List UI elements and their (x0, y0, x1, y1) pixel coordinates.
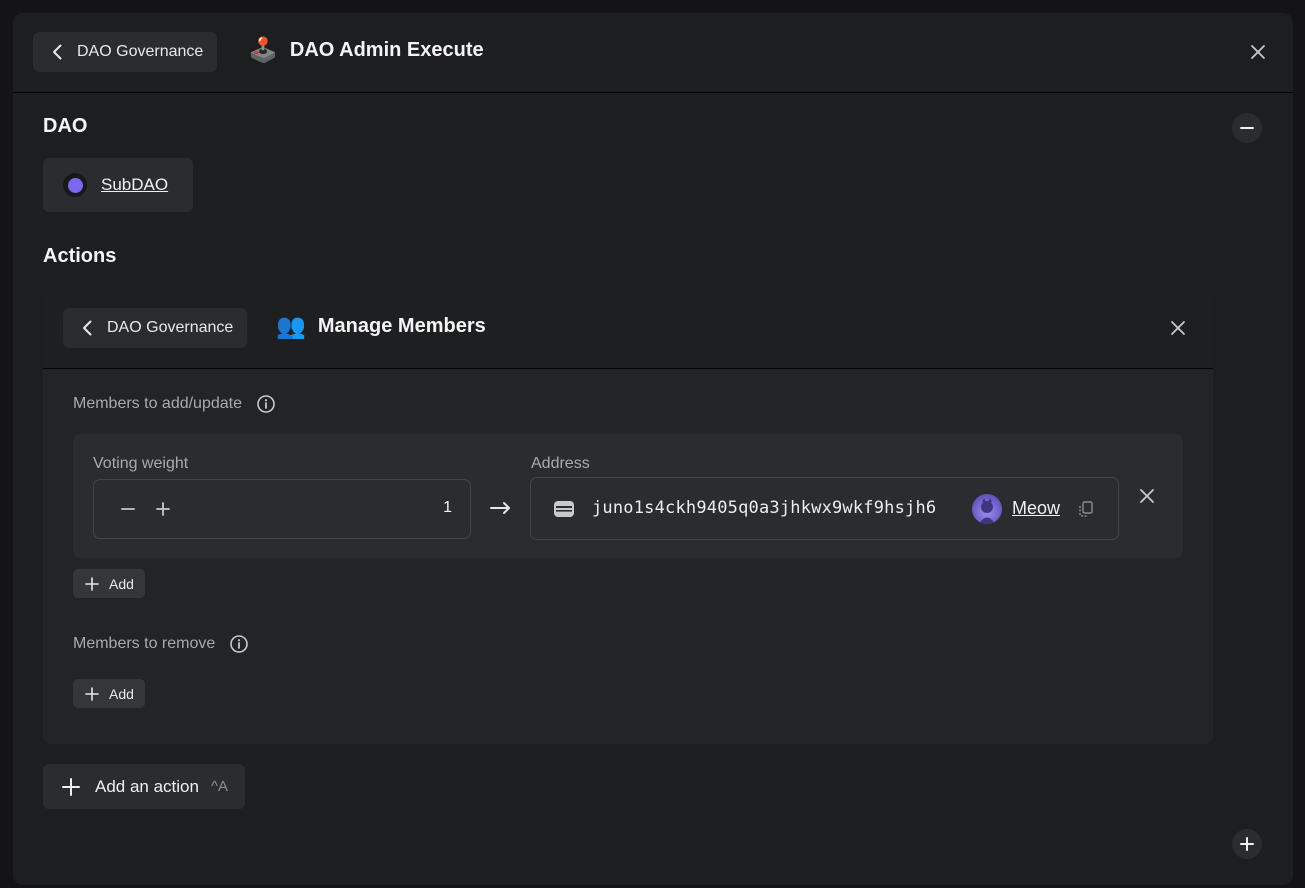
address-label: Address (531, 455, 590, 472)
address-input[interactable]: juno1s4ckh9405q0a3jhkwx9wkf9hsjh6 Meow (530, 477, 1119, 540)
expand-add-button[interactable] (1232, 829, 1262, 859)
action-back-button[interactable]: DAO Governance (63, 308, 248, 348)
dao-section-title: DAO (43, 115, 88, 137)
page-title: 🕹️ DAO Admin Execute (248, 38, 484, 62)
add-member-button[interactable]: Add (73, 569, 145, 598)
plus-icon (1240, 837, 1254, 851)
action-title-text: Manage Members (317, 314, 486, 337)
members-to-add-label: Members to add/update (73, 394, 276, 414)
plus-icon (85, 686, 99, 701)
manage-members-action-card: DAO Governance 👥 Manage Members Members … (43, 288, 1213, 744)
voting-weight-label: Voting weight (93, 455, 189, 472)
action-title: 👥 Manage Members (276, 314, 486, 338)
remove-action-icon[interactable] (1168, 318, 1188, 338)
copy-icon[interactable] (1077, 500, 1095, 518)
actions-section-title: Actions (43, 245, 117, 267)
plus-icon (85, 576, 99, 591)
dao-selector[interactable]: SubDAO (43, 158, 193, 212)
info-icon[interactable] (229, 634, 249, 654)
people-icon: 👥 (276, 312, 306, 340)
add-action-label: Add an action (95, 776, 199, 796)
chevron-left-icon (83, 320, 92, 336)
profile-avatar (972, 494, 1002, 524)
arrow-right-icon (490, 502, 510, 514)
dao-admin-execute-panel: DAO Governance 🕹️ DAO Admin Execute DAO … (13, 13, 1293, 885)
members-to-remove-label: Members to remove (73, 634, 249, 654)
keyboard-shortcut: ^A (210, 778, 229, 795)
info-icon[interactable] (256, 394, 276, 414)
dao-avatar (63, 173, 87, 197)
action-back-label: DAO Governance (107, 319, 234, 336)
joystick-icon: 🕹️ (248, 36, 278, 64)
collapse-button[interactable] (1232, 113, 1262, 143)
add-remove-member-label: Add (109, 685, 134, 702)
increment-icon[interactable] (153, 499, 173, 519)
members-to-remove-text: Members to remove (73, 635, 216, 652)
add-member-label: Add (109, 575, 134, 592)
decrement-icon[interactable] (118, 499, 138, 519)
voting-weight-stepper[interactable]: 1 (93, 479, 471, 539)
close-icon[interactable] (1248, 42, 1268, 62)
address-value[interactable]: juno1s4ckh9405q0a3jhkwx9wkf9hsjh6 (592, 498, 936, 518)
page-title-text: DAO Admin Execute (289, 38, 484, 61)
back-button-label: DAO Governance (77, 43, 204, 60)
voting-weight-value[interactable]: 1 (443, 499, 452, 517)
profile-name-link[interactable]: Meow (1012, 498, 1060, 519)
plus-icon (62, 777, 80, 796)
wallet-icon (554, 501, 574, 517)
back-to-dao-governance-button[interactable]: DAO Governance (33, 32, 218, 72)
remove-member-icon[interactable] (1137, 486, 1157, 506)
chevron-left-icon (53, 44, 62, 60)
add-member-to-remove-button[interactable]: Add (73, 679, 145, 708)
member-row: Voting weight 1 Address juno1s4ckh9405q0… (73, 434, 1183, 558)
minus-icon (1240, 127, 1254, 129)
top-bar: DAO Governance 🕹️ DAO Admin Execute (13, 13, 1293, 93)
action-header: DAO Governance 👥 Manage Members (43, 288, 1213, 369)
dao-name-link[interactable]: SubDAO (101, 175, 168, 195)
members-to-add-text: Members to add/update (73, 395, 242, 412)
add-action-button[interactable]: Add an action ^A (43, 764, 245, 809)
